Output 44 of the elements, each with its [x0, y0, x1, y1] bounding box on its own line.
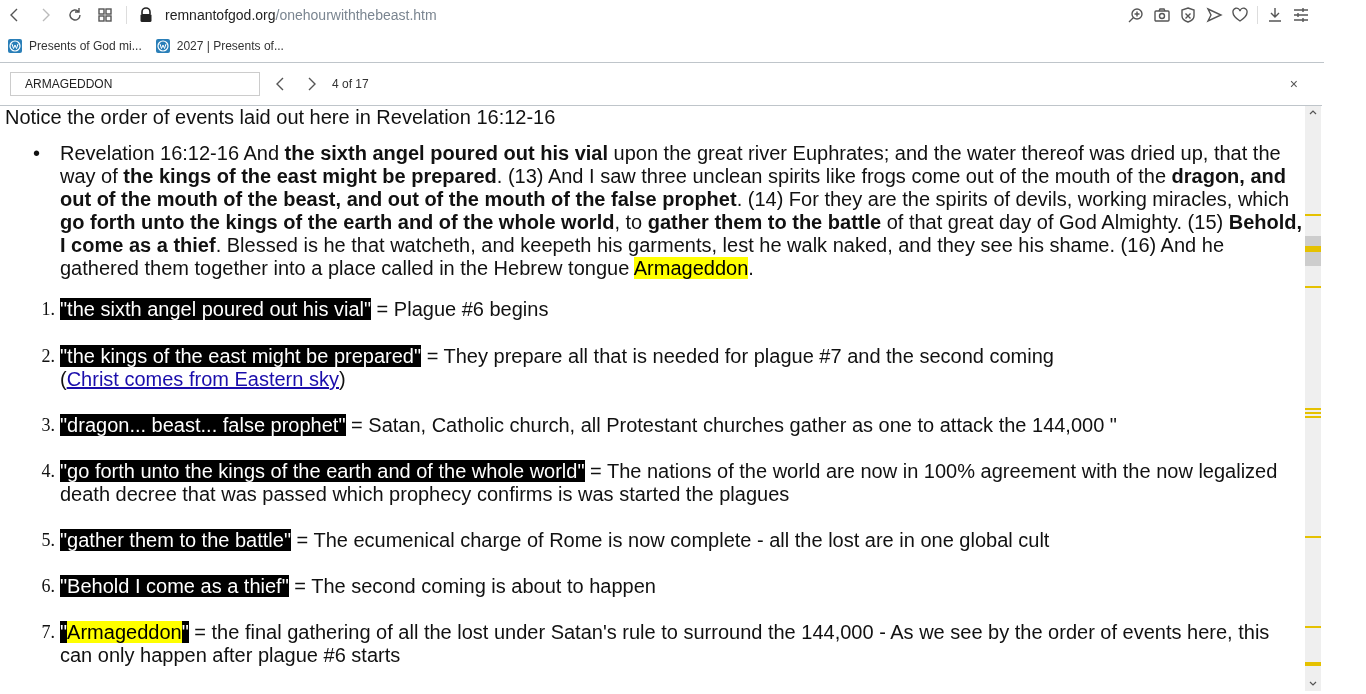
quote-highlight: " [181, 621, 189, 643]
site-icon [8, 39, 22, 53]
download-icon[interactable] [1266, 6, 1284, 24]
quote-highlight: "the kings of the east might be prepared" [60, 345, 422, 367]
quote-highlight: "the sixth angel poured out his vial" [60, 298, 372, 320]
intro-text: Notice the order of events laid out here in Revelation 16:12-16 [5, 106, 557, 129]
quote-highlight: "gather them to the battle" [60, 529, 291, 551]
list-item-text: "dragon... beast... false prophet" = Satan, Catholic church, all Protestant churches gather as one to attack the 144,000 " [60, 414, 1118, 437]
list-number: 3. [40, 414, 56, 437]
list-number: 7. [40, 621, 56, 644]
lock-icon [139, 7, 153, 23]
list-number: 6. [40, 575, 56, 598]
list-item-text: "the kings of the east might be prepared" = They prepare all that is needed for plague #7 and the second coming (Christ comes from Eastern sky) [60, 345, 1055, 391]
shield-icon[interactable] [1179, 6, 1197, 24]
quote-highlight: "dragon... beast... false prophet" [60, 414, 346, 436]
settings-icon[interactable] [1292, 6, 1310, 24]
zoom-in-icon[interactable] [1127, 6, 1145, 24]
list-item-text: "Armageddon" = the final gathering of all the lost under Satan's rule to surround the 144,000 - As we see by the order of events here, this can only happen after plague #6 starts [60, 621, 1271, 667]
site-icon [155, 39, 170, 53]
grid-icon[interactable] [96, 6, 114, 24]
send-icon[interactable] [1205, 6, 1223, 24]
scripture-paragraph: Revelation 16:12-16 And the sixth angel poured out his vial upon the great river Euphrates; and the water thereof was dried up, that the way of the kings of the east might be prepared. (13) And I saw three unclean spirits like frogs come out of the mouth of the dragon, and out of the mouth of the beast, and out of the mouth of the false prophet. (14) For they are the spirits of devils, working miracles, which go forth unto the kings of the earth and of the whole world, to gather them to the battle of that great day of God Almighty. (15) Behold, I come as a thief. Blessed is he that watcheth, and keepeth his garments, lest he walk naked, and they see his shame. (16) And he gathered them together into a place called in the Hebrew tongue Armageddon. [60, 142, 1304, 280]
list-number: 5. [40, 529, 56, 552]
close-button[interactable]: × [1285, 76, 1302, 92]
heart-icon[interactable] [1231, 6, 1249, 24]
quote-highlight: " [60, 621, 68, 643]
find-field[interactable]: ARMAGEDDON [10, 72, 260, 96]
camera-icon[interactable] [1153, 6, 1171, 24]
match-count: 4 of 17 [332, 77, 370, 91]
list-item-text: "go forth unto the kings of the earth and of the whole world" = The nations of the world are now in 100% agreement with the now legalized death decree that was passed which prophecy confirms is was started the plagues [60, 460, 1279, 506]
list-number: 4. [40, 460, 56, 483]
list-item-text: "the sixth angel poured out his vial" = Plague #6 begins [60, 298, 550, 321]
list-item-text: "Behold I come as a thief" = The second coming is about to happen [60, 575, 657, 598]
search-match-highlight: Armageddon [67, 621, 182, 643]
quote-highlight: "Behold I come as a thief" [60, 575, 289, 597]
address-bar[interactable]: remnantofgod.org/onehourwiththebeast.htm [165, 7, 1115, 23]
bookmark[interactable]: Presents of God mi... [8, 39, 142, 53]
quote-highlight: "go forth unto the kings of the earth and of the whole world" [60, 460, 585, 482]
list-number: 1. [40, 298, 56, 321]
list-item-text: "gather them to the battle" = The ecumenical charge of Rome is now complete - all the lost are in one global cult [60, 529, 1051, 552]
bullet: • [33, 142, 40, 164]
bookmark[interactable]: 2027 | Presents of... [155, 39, 284, 53]
reload-icon[interactable] [66, 6, 84, 24]
list-number: 2. [40, 345, 56, 368]
